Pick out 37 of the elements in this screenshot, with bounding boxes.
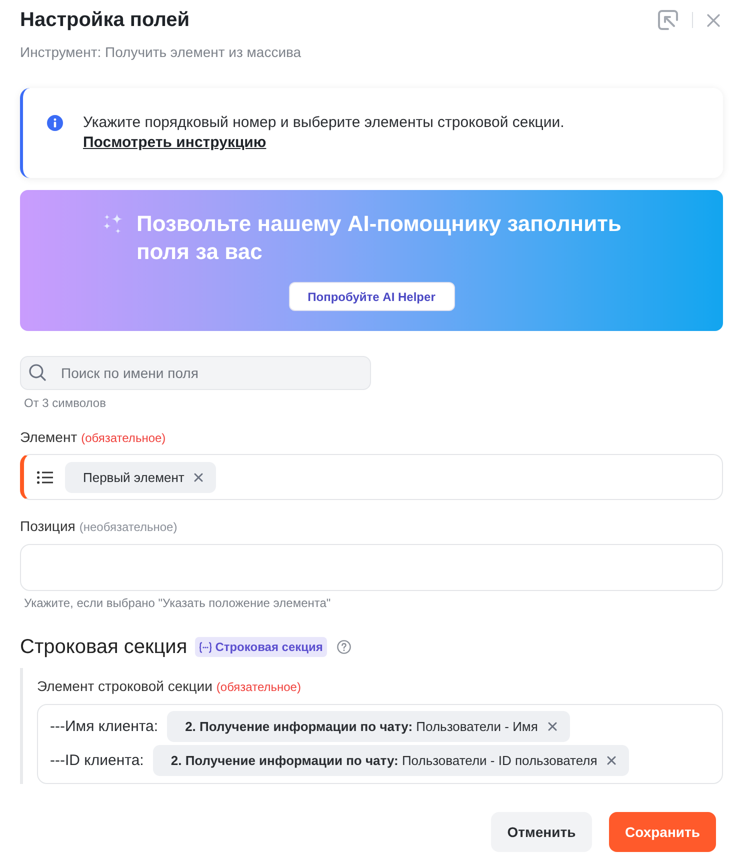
remove-icon[interactable] [194, 472, 204, 482]
ai-banner-title: Позвольте нашему AI-помощнику заполнить поля за вас [136, 210, 622, 266]
list-icon [37, 470, 53, 484]
info-icon [47, 115, 63, 131]
help-icon[interactable] [336, 640, 351, 654]
try-ai-helper-button[interactable]: Попробуйте AI Helper [288, 282, 454, 311]
chip-text: Первый элемент [83, 470, 184, 484]
remove-icon[interactable] [607, 756, 616, 765]
chip-text: 2. Получение информации по чату: Пользователи - ID пользователя [170, 753, 598, 768]
search-hint: От 3 символов [23, 395, 107, 411]
row-label: ---Имя клиента: [50, 718, 158, 735]
badge-text: Строковая секция [215, 640, 323, 654]
requirement-note: (обязательное) [81, 430, 166, 447]
info-text: Укажите порядковый номер и выберите элементы строковой секции. Посмотреть инструкцию [83, 113, 566, 153]
requirement-note: (необязательное) [79, 519, 178, 536]
field-hint: Укажите, если выбрано "Указать положение элемента" [23, 595, 332, 611]
row-label: ---ID клиента: [50, 752, 144, 769]
sparkle-icon [102, 212, 124, 234]
field-label: Элемент [20, 428, 78, 446]
cancel-button[interactable]: Отменить [491, 812, 592, 852]
section-title: Строковая секция [20, 635, 188, 659]
arrow-box-icon[interactable] [658, 10, 678, 30]
search-icon [29, 364, 46, 381]
requirement-note: (обязательное) [216, 679, 301, 696]
field-label: Элемент строковой секции [37, 677, 212, 695]
element-select-field[interactable]: Первый элемент [20, 454, 723, 500]
instruction-link[interactable]: Посмотреть инструкцию [83, 134, 266, 151]
remove-icon[interactable] [548, 722, 557, 731]
close-icon[interactable] [707, 14, 720, 26]
chip-text: 2. Получение информации по чату: Пользователи - Имя [185, 719, 538, 734]
search-field[interactable]: Поиск по имени поля [20, 356, 371, 390]
field-label: Позиция [20, 517, 76, 535]
section-element-field[interactable]: ---Имя клиента: 2. Получение информации по чату: Пользователи - Имя ---ID клиента: 2. Получение информации по чату: Пользователи - ID пользователя [37, 704, 723, 784]
braces-icon [199, 642, 212, 652]
tool-subtitle: Инструмент: Получить элемент из массива [20, 43, 302, 61]
position-input[interactable] [20, 544, 723, 591]
dialog-title: Настройка полей [20, 8, 191, 32]
